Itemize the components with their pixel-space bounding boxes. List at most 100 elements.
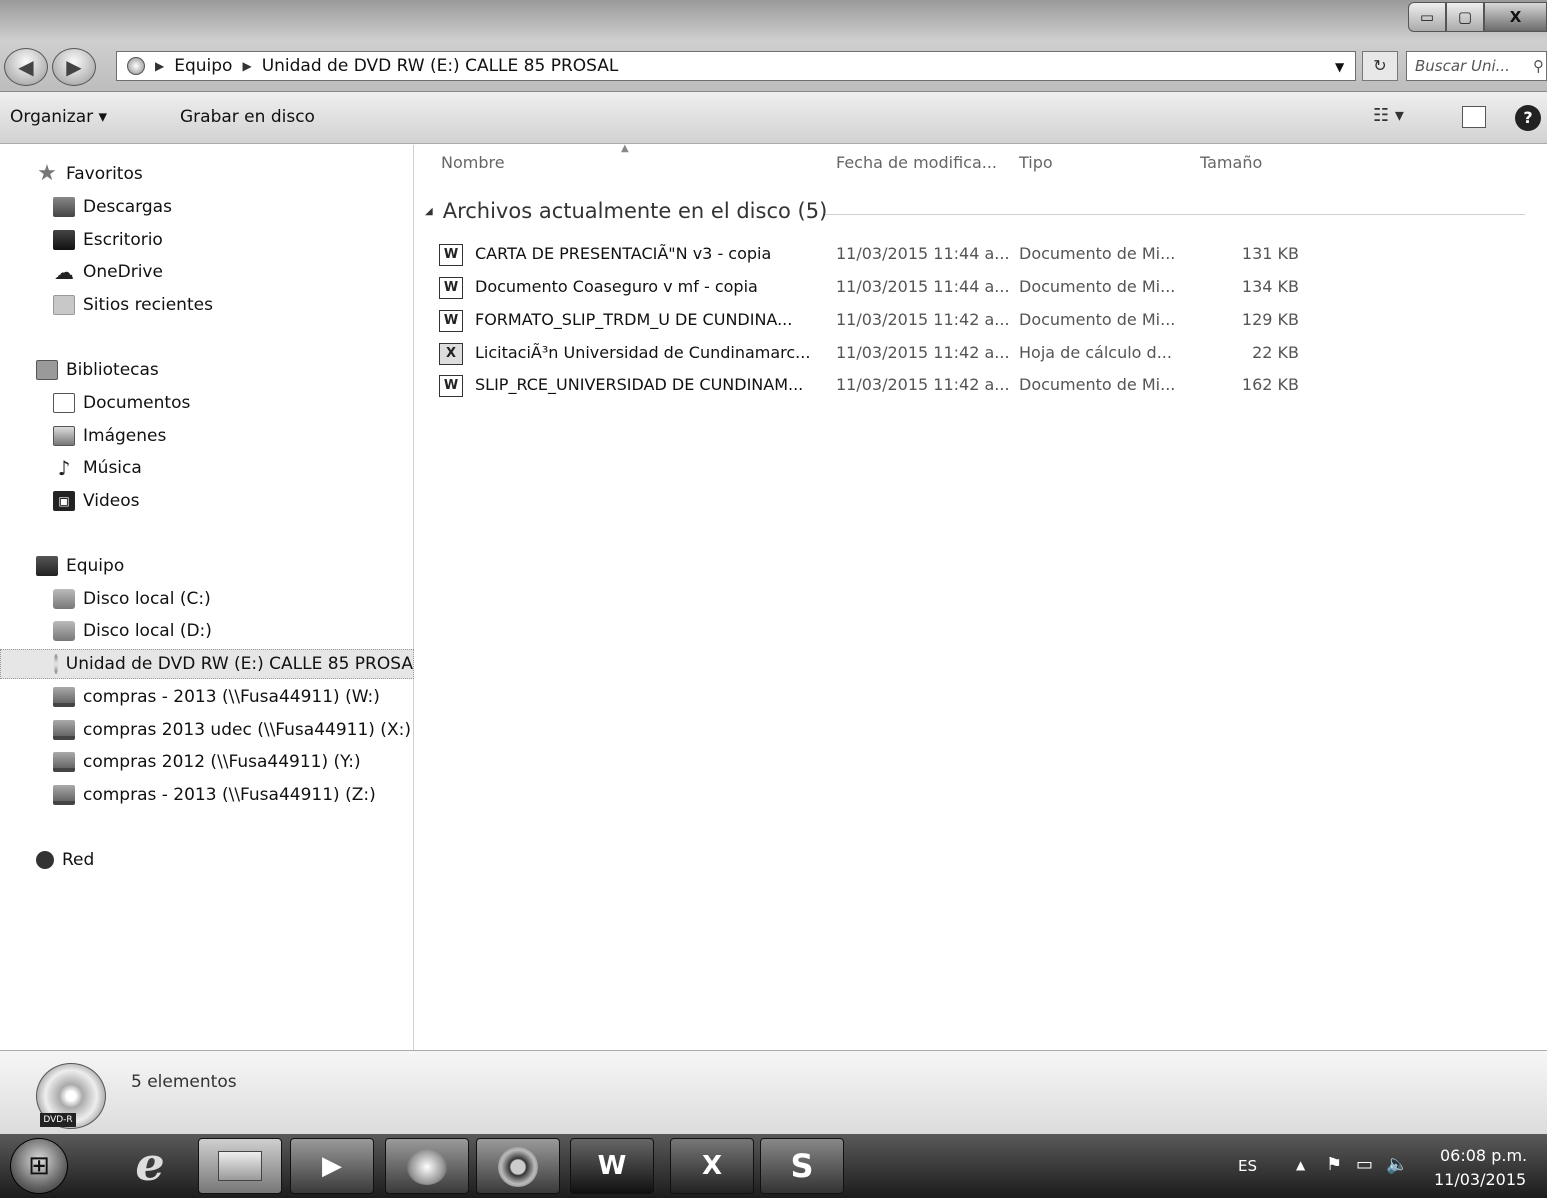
nav-item-disco-c[interactable]: Disco local (C:) (0, 584, 414, 614)
search-input[interactable]: Buscar Uni... ⚲ (1406, 51, 1547, 81)
paint-palette-icon (407, 1149, 447, 1185)
nav-computer[interactable]: Equipo (0, 551, 414, 581)
item-count: 5 elementos (131, 1072, 237, 1092)
back-button[interactable]: ◀ (4, 48, 48, 86)
column-header-name[interactable]: Nombre (441, 153, 505, 172)
nav-item-drive-z[interactable]: compras - 2013 (\\Fusa44911) (Z:) (0, 780, 414, 810)
file-name: FORMATO_SLIP_TRDM_U DE CUNDINA... (475, 310, 793, 329)
hard-disk-icon (53, 589, 75, 609)
taskbar-internet-explorer[interactable]: e (108, 1138, 192, 1194)
language-indicator[interactable]: ES (1238, 1157, 1257, 1175)
nav-item-musica[interactable]: ♪ Música (0, 453, 414, 483)
group-divider (825, 214, 1525, 215)
address-dropdown-icon[interactable]: ▼ (1335, 60, 1344, 74)
taskbar-paint[interactable] (385, 1138, 469, 1194)
nav-item-disco-d[interactable]: Disco local (D:) (0, 616, 414, 646)
group-header[interactable]: ◢ Archivos actualmente en el disco (5) (425, 199, 827, 223)
file-list: ▲ Nombre Fecha de modifica... Tipo Tamañ… (415, 143, 1547, 1050)
taskbar-media-player[interactable]: ▶ (290, 1138, 374, 1194)
nav-libraries[interactable]: Bibliotecas (0, 355, 414, 385)
library-icon (36, 360, 58, 380)
help-button[interactable]: ? (1515, 105, 1541, 131)
column-header-date[interactable]: Fecha de modifica... (836, 153, 997, 172)
organize-button[interactable]: Organizar ▾ (10, 107, 107, 127)
nav-item-imagenes[interactable]: Imágenes (0, 421, 414, 451)
nav-libraries-label: Bibliotecas (66, 360, 159, 380)
nav-item-label: compras 2013 udec (\\Fusa44911) (X:) (83, 720, 411, 740)
command-bar: Organizar ▾ Grabar en disco ☷ ▾ ? (0, 92, 1547, 144)
refresh-button[interactable]: ↻ (1362, 51, 1398, 81)
forward-button[interactable]: ▶ (52, 48, 96, 86)
pictures-icon (53, 426, 75, 446)
file-type: Documento de Mi... (1019, 244, 1176, 263)
recent-places-icon (53, 295, 75, 315)
cloud-icon: ☁ (54, 260, 74, 284)
file-row[interactable]: W FORMATO_SLIP_TRDM_U DE CUNDINA... 11/0… (439, 305, 1339, 335)
collapse-triangle-icon[interactable]: ◢ (425, 206, 433, 217)
nav-item-drive-y[interactable]: compras 2012 (\\Fusa44911) (Y:) (0, 747, 414, 777)
file-name: LicitaciÃ³n Universidad de Cundinamarc..… (475, 343, 811, 362)
nav-item-sitios-recientes[interactable]: Sitios recientes (0, 290, 414, 320)
nav-item-escritorio[interactable]: Escritorio (0, 225, 414, 255)
volume-icon[interactable]: 🔈 (1386, 1154, 1408, 1175)
file-row[interactable]: W Documento Coaseguro v mf - copia 11/03… (439, 272, 1339, 302)
file-size: 22 KB (1252, 343, 1299, 362)
taskbar-skype[interactable]: S (760, 1138, 844, 1194)
nav-network[interactable]: Red (0, 845, 414, 875)
nav-item-dvd-drive[interactable]: Unidad de DVD RW (E:) CALLE 85 PROSA (0, 649, 414, 679)
chrome-icon (498, 1147, 538, 1187)
nav-item-drive-x[interactable]: compras 2013 udec (\\Fusa44911) (X:) (0, 715, 414, 745)
forward-arrow-icon: ▶ (66, 55, 82, 79)
nav-item-drive-w[interactable]: compras - 2013 (\\Fusa44911) (W:) (0, 682, 414, 712)
file-row[interactable]: W CARTA DE PRESENTACIÃ"N v3 - copia 11/0… (439, 239, 1339, 269)
file-row[interactable]: X LicitaciÃ³n Universidad de Cundinamarc… (439, 338, 1339, 368)
column-header-size[interactable]: Tamaño (1200, 153, 1262, 172)
navigation-pane: ★ Favoritos Descargas Escritorio ☁ OneDr… (0, 145, 414, 1050)
breadcrumb-equipo[interactable]: Equipo (174, 56, 232, 76)
network-status-icon[interactable]: ▭ (1356, 1154, 1373, 1175)
change-view-button[interactable]: ☷ ▾ (1373, 105, 1404, 126)
column-header-type[interactable]: Tipo (1019, 153, 1053, 172)
title-bar: ◀ ▶ ▶ Equipo ▶ Unidad de DVD RW (E:) CAL… (0, 0, 1547, 92)
clock-date[interactable]: 11/03/2015 (1434, 1170, 1526, 1189)
file-date: 11/03/2015 11:42 a... (836, 343, 1010, 362)
network-icon (36, 851, 54, 869)
nav-item-label: Sitios recientes (83, 295, 213, 315)
file-name: Documento Coaseguro v mf - copia (475, 277, 758, 296)
action-center-flag-icon[interactable]: ⚑ (1326, 1154, 1342, 1175)
burn-to-disc-button[interactable]: Grabar en disco (180, 107, 315, 127)
breadcrumb-dvd-drive[interactable]: Unidad de DVD RW (E:) CALLE 85 PROSAL (262, 56, 619, 76)
taskbar-word[interactable]: W (570, 1138, 654, 1194)
folder-icon (218, 1151, 262, 1181)
nav-item-onedrive[interactable]: ☁ OneDrive (0, 257, 414, 287)
taskbar-chrome[interactable] (476, 1138, 560, 1194)
taskbar-windows-explorer[interactable] (198, 1138, 282, 1194)
nav-item-documentos[interactable]: Documentos (0, 388, 414, 418)
maximize-button[interactable]: ▢ (1446, 2, 1484, 32)
close-button[interactable]: X (1484, 2, 1547, 32)
file-size: 131 KB (1241, 244, 1299, 263)
nav-item-label: Disco local (C:) (83, 589, 211, 609)
nav-item-videos[interactable]: ▣ Videos (0, 486, 414, 516)
taskbar: ⊞ e ▶ W X S ES ▲ ⚑ ▭ 🔈 06:08 p.m. 11/03/… (0, 1134, 1547, 1198)
nav-item-label: Disco local (D:) (83, 621, 212, 641)
computer-icon (127, 57, 145, 75)
breadcrumb-separator-icon: ▶ (155, 59, 165, 73)
star-icon: ★ (37, 161, 57, 186)
file-date: 11/03/2015 11:42 a... (836, 375, 1010, 394)
file-date: 11/03/2015 11:44 a... (836, 277, 1010, 296)
start-button[interactable]: ⊞ (10, 1138, 68, 1194)
nav-item-descargas[interactable]: Descargas (0, 192, 414, 222)
nav-item-label: Videos (83, 491, 140, 511)
nav-favorites[interactable]: ★ Favoritos (0, 159, 414, 189)
preview-pane-button[interactable] (1462, 106, 1486, 128)
address-bar[interactable]: ▶ Equipo ▶ Unidad de DVD RW (E:) CALLE 8… (116, 51, 1356, 81)
taskbar-excel[interactable]: X (670, 1138, 754, 1194)
clock-time[interactable]: 06:08 p.m. (1440, 1146, 1527, 1165)
music-note-icon: ♪ (57, 456, 71, 480)
media-play-icon: ▶ (322, 1151, 342, 1181)
file-row[interactable]: W SLIP_RCE_UNIVERSIDAD DE CUNDINAM... 11… (439, 370, 1339, 400)
show-hidden-icons-icon[interactable]: ▲ (1296, 1158, 1305, 1172)
windows-logo-icon: ⊞ (28, 1151, 50, 1181)
minimize-button[interactable]: ▭ (1408, 2, 1446, 32)
